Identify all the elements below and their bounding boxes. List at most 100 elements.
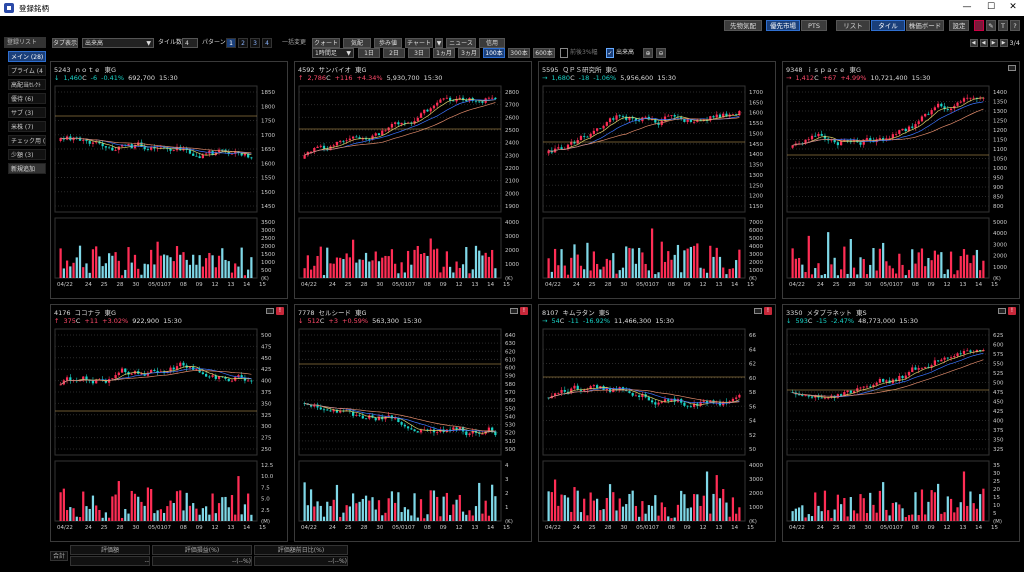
volume-bar — [419, 499, 423, 521]
expand-icon[interactable] — [754, 308, 762, 314]
text-icon[interactable]: T — [998, 20, 1008, 31]
stock-board-button[interactable]: 株価ボード — [906, 20, 944, 31]
candle-body — [487, 97, 491, 99]
price-chart[interactable]: 500 475 450 425 400 375 350 325 300 275 250 12.5 10.… — [51, 305, 289, 543]
chart-tile[interactable]: 2800 2700 2600 2500 2400 2300 2200 2100 2000 1900… — [294, 61, 532, 299]
settings-button[interactable]: 設定 — [949, 20, 969, 31]
price-chart[interactable]: 1700165016001550150014501400135013001250… — [539, 62, 777, 300]
tile-change: -15 — [816, 317, 828, 325]
ticks-view-button[interactable]: 歩み値 — [374, 38, 402, 48]
alert-icon[interactable]: ! — [520, 307, 528, 315]
volume-bar — [547, 491, 550, 521]
volume-checkbox[interactable]: ✓ — [606, 48, 614, 58]
chart-menu-chevron-icon[interactable]: ▼ — [435, 38, 443, 48]
range-1m-button[interactable]: 1ヵ月 — [433, 48, 455, 58]
range-3d-button[interactable]: 3日 — [408, 48, 430, 58]
tile-view-button[interactable]: タイル — [871, 20, 905, 31]
price-axis-label: 58 — [749, 390, 756, 396]
chart-tile[interactable]: 66 64 62 60 58 56 54 52 50 4000 3000 2000 1000 (K) 04/… — [538, 304, 776, 542]
news-view-button[interactable]: ニュース — [446, 38, 476, 48]
depth-view-button[interactable]: 気配 — [343, 38, 371, 48]
range-100-button[interactable]: 100本 — [483, 48, 505, 58]
price-chart[interactable]: 640 630 620 610 600 590 580 570 560 550 540 530 520 5… — [295, 305, 533, 543]
sidebar-item-small[interactable]: 少額 (3) — [8, 149, 46, 160]
help-icon[interactable]: ? — [1010, 20, 1020, 31]
sidebar-item-benefits[interactable]: 優待 (6) — [8, 93, 46, 104]
alert-icon[interactable]: ! — [276, 307, 284, 315]
expand-icon[interactable] — [266, 308, 274, 314]
chart-tile[interactable]: 640 630 620 610 600 590 580 570 560 550 540 530 520 5… — [294, 304, 532, 542]
pts-button[interactable]: PTS — [801, 20, 827, 31]
reset-icon[interactable]: ⊖ — [656, 48, 666, 58]
minimize-button[interactable]: — — [956, 0, 978, 16]
pattern-1-button[interactable]: 1 — [226, 38, 236, 48]
chart-view-button[interactable]: チャート — [405, 38, 433, 48]
expand-icon[interactable] — [998, 308, 1006, 314]
next-page-icon[interactable]: ▶ — [989, 38, 998, 47]
alert-icon[interactable]: ! — [764, 307, 772, 315]
margin-view-button[interactable]: 信用 — [479, 38, 505, 48]
candle-body — [689, 119, 692, 122]
pattern-3-button[interactable]: 3 — [250, 38, 260, 48]
sidebar-item-main[interactable]: メイン (28) — [8, 51, 46, 62]
futures-quote-button[interactable]: 先物気配 — [724, 20, 762, 31]
chart-tile[interactable]: 500 475 450 425 400 375 350 325 300 275 250 12.5 10.… — [50, 304, 288, 542]
pattern-2-button[interactable]: 2 — [238, 38, 248, 48]
last-page-icon[interactable]: ▶ — [999, 38, 1008, 47]
quote-view-button[interactable]: クォート — [312, 38, 340, 48]
sidebar-item-high-dividend[interactable]: 高配当ｾﾚｸﾄ — [8, 79, 46, 90]
price-chart[interactable]: 1400 1350 1300 1250 1200 1150 1100 1050 1000 950 9… — [783, 62, 1021, 300]
volume-bar — [78, 517, 82, 521]
price-chart[interactable]: 1850 1800 1750 1700 1650 1600 1550 1500 1450 3500… — [51, 62, 289, 300]
price-chart[interactable]: 6664626058565452504000300020001000(K)04/… — [539, 305, 777, 543]
candle-body — [849, 390, 852, 393]
candle-body — [175, 366, 179, 370]
sort-select[interactable]: 出来高 ▼ — [82, 38, 154, 48]
price-axis-label: 530 — [505, 423, 516, 429]
first-page-icon[interactable]: ◀ — [969, 38, 978, 47]
sidebar-item-sub[interactable]: サブ (3) — [8, 107, 46, 118]
price-axis-label: 300 — [261, 424, 272, 430]
tile-count-select[interactable]: 4 — [182, 38, 198, 48]
add-list-button[interactable]: 新規追加 — [8, 163, 46, 174]
range-1d-button[interactable]: 1日 — [358, 48, 380, 58]
alert-icon[interactable]: ! — [1008, 307, 1016, 315]
volume-bar — [377, 261, 381, 278]
volume-bar — [560, 249, 563, 278]
volume-bar — [124, 508, 127, 521]
tile-name: ココナラ — [74, 309, 101, 317]
maximize-button[interactable]: ☐ — [980, 0, 1002, 16]
sidebar-item-check[interactable]: チェック用 ( — [8, 135, 46, 146]
candle-body — [322, 145, 326, 149]
pattern-4-button[interactable]: 4 — [262, 38, 272, 48]
interval-select[interactable]: 1時間足 ▼ — [312, 48, 354, 58]
list-view-button[interactable]: リスト — [836, 20, 870, 31]
volume-bar — [240, 247, 243, 278]
close-button[interactable]: ✕ — [1002, 0, 1024, 16]
tab-display-button[interactable]: タブ表示 — [52, 38, 78, 48]
price-chart[interactable]: 2800 2700 2600 2500 2400 2300 2200 2100 2000 1900… — [295, 62, 533, 300]
expand-icon[interactable] — [510, 308, 518, 314]
chart-tile[interactable]: 1400 1350 1300 1250 1200 1150 1100 1050 1000 950 9… — [782, 61, 1020, 299]
chart-tile[interactable]: 1850 1800 1750 1700 1650 1600 1550 1500 1450 3500… — [50, 61, 288, 299]
chart-tile[interactable]: 625 600 575 550 525 500 475 450 425 400 375 350 325 3… — [782, 304, 1020, 542]
range-3m-button[interactable]: 3ヵ月 — [458, 48, 480, 58]
prev-page-icon[interactable]: ◀ — [979, 38, 988, 47]
volume-bar — [339, 257, 342, 278]
range-300-button[interactable]: 300本 — [508, 48, 530, 58]
sidebar-item-prime[interactable]: プライム (4 — [8, 65, 46, 76]
sidebar-item-us-stocks[interactable]: 米株 (7) — [8, 121, 46, 132]
price-chart[interactable]: 6256005755505255004754504254003753503253… — [783, 305, 1021, 543]
pen-icon[interactable]: ✎ — [986, 20, 996, 31]
volume-bar — [211, 493, 214, 521]
tile-price-mark: C — [82, 74, 87, 82]
range-600-button[interactable]: 600本 — [533, 48, 555, 58]
limit-range-checkbox[interactable] — [560, 48, 568, 58]
link-icon[interactable] — [974, 20, 984, 31]
zoom-icon[interactable]: ⊕ — [643, 48, 653, 58]
volume-bar — [91, 249, 95, 278]
range-2d-button[interactable]: 2日 — [383, 48, 405, 58]
chart-tile[interactable]: 1700 1650 1600 1550 1500 1450 1400 1350 1300 1250… — [538, 61, 776, 299]
preferred-market-button[interactable]: 優先市場 — [766, 20, 800, 31]
expand-icon[interactable] — [1008, 65, 1016, 71]
